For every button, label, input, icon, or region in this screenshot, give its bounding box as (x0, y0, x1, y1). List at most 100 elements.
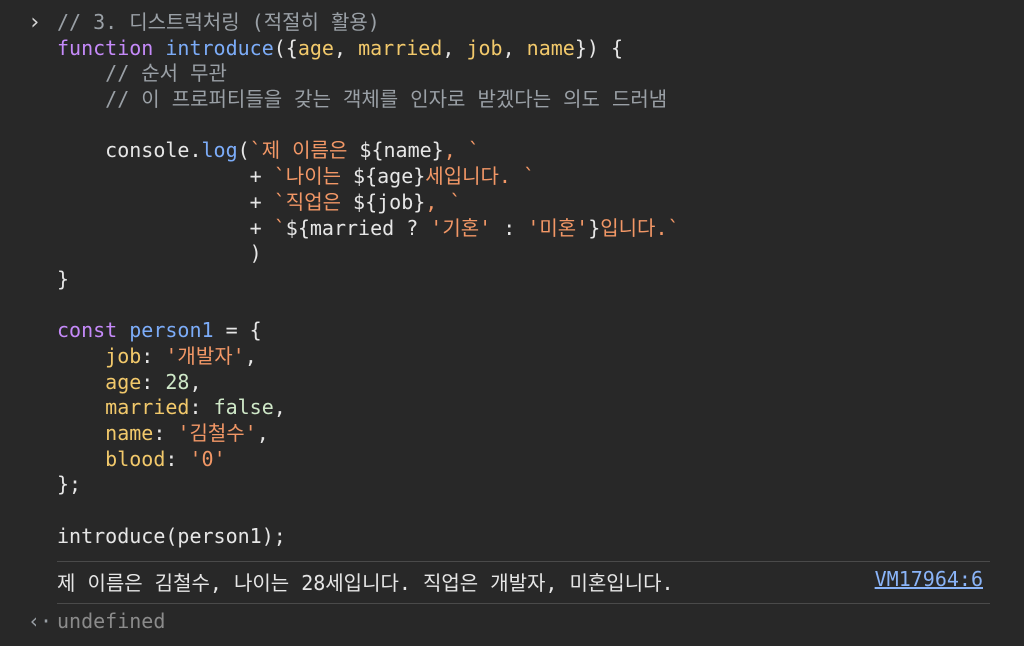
code-token: age (105, 369, 142, 394)
return-value: undefined (57, 609, 166, 633)
code-token: `나이는 (273, 164, 354, 189)
code-token: : (141, 369, 166, 394)
code-line: + `${married ? '기혼' : '미혼'}입니다.` (57, 216, 680, 242)
code-token: false (213, 395, 274, 420)
code-token: = { (213, 318, 262, 343)
code-token: married (358, 35, 443, 60)
code-token: // 순서 무관 (57, 61, 227, 86)
code-token: person1 (129, 318, 214, 343)
code-line: // 3. 디스트럭처링 (적절히 활용) (57, 10, 680, 36)
return-value-row: ‹· undefined (28, 607, 428, 639)
code-token: , (442, 35, 467, 60)
code-token: `직업은 (273, 189, 354, 214)
code-token: : (165, 446, 190, 471)
code-token: name (105, 421, 154, 445)
code-token: , ` (425, 189, 462, 214)
code-token: ${age} (353, 164, 426, 189)
code-line: name: '김철수', (57, 421, 680, 447)
code-line: } (57, 267, 680, 293)
code-token: : (491, 215, 528, 240)
code-line: introduce(person1); (57, 524, 680, 550)
code-token: // 3. 디스트럭처링 (적절히 활용) (57, 10, 380, 34)
code-line: // 순서 무관 (57, 61, 680, 87)
code-token: ${married ? (285, 215, 431, 240)
code-token: ) (57, 241, 262, 266)
code-input-block[interactable]: // 3. 디스트럭처링 (적절히 활용) function introduce(… (57, 10, 680, 549)
code-token: married (105, 395, 190, 420)
divider (57, 561, 990, 562)
code-token: log (201, 138, 238, 163)
code-token: } (588, 215, 601, 240)
source-link[interactable]: VM17964:6 (875, 567, 983, 591)
code-token: '0' (189, 446, 226, 471)
code-line: console.log(`제 이름은 ${name}, ` (57, 138, 680, 164)
code-token: , (333, 35, 359, 60)
chevron-right-icon: › (28, 10, 42, 35)
code-line: ) (57, 241, 680, 267)
code-token: : (189, 395, 214, 420)
code-line: function introduce({age, married, job, n… (57, 36, 680, 62)
code-token: 28 (165, 369, 190, 394)
code-token: , (244, 343, 257, 368)
code-token: }) { (574, 35, 624, 60)
return-arrow-icon: ‹· (28, 609, 53, 633)
log-message: 제 이름은 김철수, 나이는 28세입니다. 직업은 개발자, 미혼입니다. (57, 571, 674, 595)
code-token: `제 이름은 (249, 138, 360, 163)
code-token: } (57, 266, 70, 291)
code-token: ` (273, 215, 286, 240)
code-line: age: 28, (57, 370, 680, 396)
code-token: console. (57, 138, 202, 163)
code-token: job (105, 343, 142, 368)
code-token: }; (57, 472, 82, 497)
code-token: age (297, 35, 334, 60)
code-token: function (57, 35, 154, 60)
code-token: + (57, 189, 274, 214)
code-token: '미혼' (527, 215, 589, 240)
code-token: 세입니다. ` (425, 164, 536, 189)
code-token: '김철수' (177, 421, 257, 445)
code-token: ${name} (359, 138, 444, 163)
console-log-row: 제 이름은 김철수, 나이는 28세입니다. 직업은 개발자, 미혼입니다. V… (57, 565, 987, 595)
code-line: + `직업은 ${job}, ` (57, 190, 680, 216)
code-token: : (153, 421, 178, 445)
code-token: , (189, 369, 202, 394)
code-token: ${job} (353, 189, 426, 214)
code-line: married: false, (57, 395, 680, 421)
code-token: , (273, 395, 286, 420)
code-line: + `나이는 ${age}세입니다. ` (57, 164, 680, 190)
code-token: , (256, 421, 269, 445)
code-token: name (526, 35, 575, 60)
code-token: : (141, 343, 166, 368)
code-token: 입니다.` (600, 215, 680, 240)
code-token: introduce (165, 35, 274, 60)
divider (57, 603, 990, 604)
code-token: ({ (273, 35, 298, 60)
devtools-console: › // 3. 디스트럭처링 (적절히 활용) function introduc… (0, 0, 1024, 646)
code-token: job (466, 35, 503, 60)
code-token: , ` (443, 138, 480, 163)
code-line: const person1 = { (57, 318, 680, 344)
code-token: + (57, 215, 274, 240)
code-token: '개발자' (165, 343, 245, 368)
code-token: ( (237, 138, 250, 163)
code-token: '기혼' (430, 215, 492, 240)
code-token: introduce(person1); (57, 523, 286, 548)
code-token: , (502, 35, 527, 60)
code-line: }; (57, 472, 680, 498)
code-line: job: '개발자', (57, 344, 680, 370)
code-token: + (57, 164, 274, 189)
code-token: blood (105, 446, 166, 471)
code-token: const (57, 318, 118, 343)
code-line: // 이 프로퍼티들을 갖는 객체를 인자로 받겠다는 의도 드러냄 (57, 87, 680, 113)
code-token: // 이 프로퍼티들을 갖는 객체를 인자로 받겠다는 의도 드러냄 (57, 87, 668, 112)
